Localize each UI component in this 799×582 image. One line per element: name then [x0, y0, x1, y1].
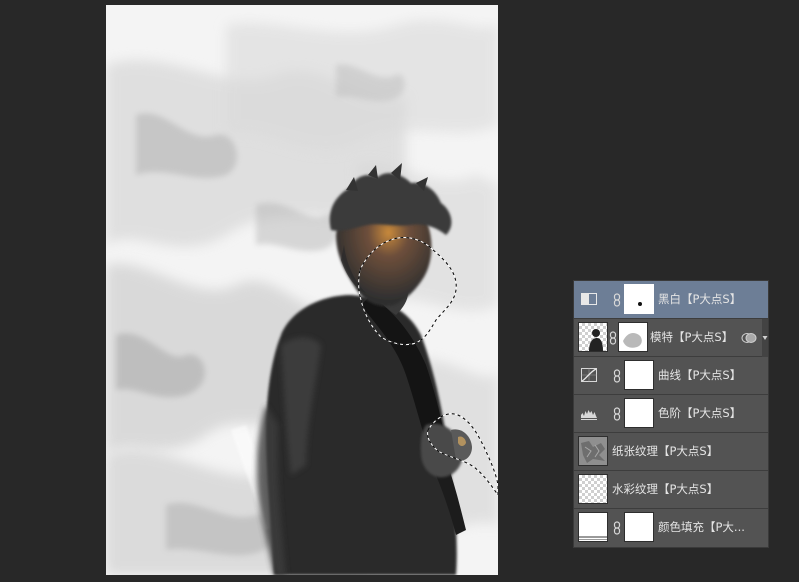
- color-fill-thumbnail: [578, 512, 608, 542]
- mask-spot-icon: [638, 302, 642, 306]
- layer-name: 黑白【P大点S】: [658, 292, 742, 306]
- chain-link-icon[interactable]: [613, 521, 621, 535]
- black-white-adjustment-icon: [581, 293, 597, 305]
- layer-name: 颜色填充【P大...: [658, 520, 745, 534]
- paper-texture-thumbnail: [578, 436, 608, 466]
- layer-watercolor-texture[interactable]: 水彩纹理【P大点S】: [574, 471, 768, 509]
- model-silhouette-icon: [589, 329, 603, 351]
- layer-name: 纸张纹理【P大点S】: [612, 444, 719, 458]
- layer-effects-icon[interactable]: [741, 331, 757, 345]
- layers-panel[interactable]: 黑白【P大点S】 模特【P大点S】 曲线【P大点S】 色阶【P大点S】 纸张纹理…: [573, 280, 769, 548]
- scroll-arrow-down-icon: [762, 336, 768, 340]
- photoshop-workspace: 黑白【P大点S】 模特【P大点S】 曲线【P大点S】 色阶【P大点S】 纸张纹理…: [0, 0, 799, 582]
- layers-scrollbar[interactable]: [762, 319, 768, 357]
- document-canvas[interactable]: [106, 5, 498, 575]
- levels-adjustment-icon: [581, 410, 597, 420]
- model-photo-thumbnail: [578, 322, 608, 352]
- fill-swatch-underline-icon: [579, 536, 607, 540]
- layer-mask-thumbnail[interactable]: [618, 322, 648, 352]
- layer-name: 曲线【P大点S】: [658, 368, 742, 382]
- layer-black-white[interactable]: 黑白【P大点S】: [574, 281, 768, 319]
- layer-mask-thumbnail[interactable]: [624, 360, 654, 390]
- layer-name: 色阶【P大点S】: [658, 406, 742, 420]
- curves-adjustment-icon: [581, 368, 597, 382]
- layer-model[interactable]: 模特【P大点S】: [574, 319, 768, 357]
- chain-link-icon[interactable]: [613, 293, 621, 307]
- watercolor-texture-thumbnail: [578, 474, 608, 504]
- chain-link-icon[interactable]: [609, 331, 617, 345]
- layer-mask-thumbnail[interactable]: [624, 284, 654, 314]
- chain-link-icon[interactable]: [613, 407, 621, 421]
- artwork: [106, 5, 498, 575]
- layer-curves[interactable]: 曲线【P大点S】: [574, 357, 768, 395]
- layer-name: 模特【P大点S】: [650, 330, 734, 344]
- layer-paper-texture[interactable]: 纸张纹理【P大点S】: [574, 433, 768, 471]
- layer-mask-thumbnail[interactable]: [624, 512, 654, 542]
- layer-color-fill[interactable]: 颜色填充【P大...: [574, 509, 768, 547]
- paper-texture-pattern-icon: [581, 441, 605, 463]
- layer-mask-thumbnail[interactable]: [624, 398, 654, 428]
- chain-link-icon[interactable]: [613, 369, 621, 383]
- layer-name: 水彩纹理【P大点S】: [612, 482, 719, 496]
- layer-levels[interactable]: 色阶【P大点S】: [574, 395, 768, 433]
- mask-texture-icon: [623, 333, 642, 348]
